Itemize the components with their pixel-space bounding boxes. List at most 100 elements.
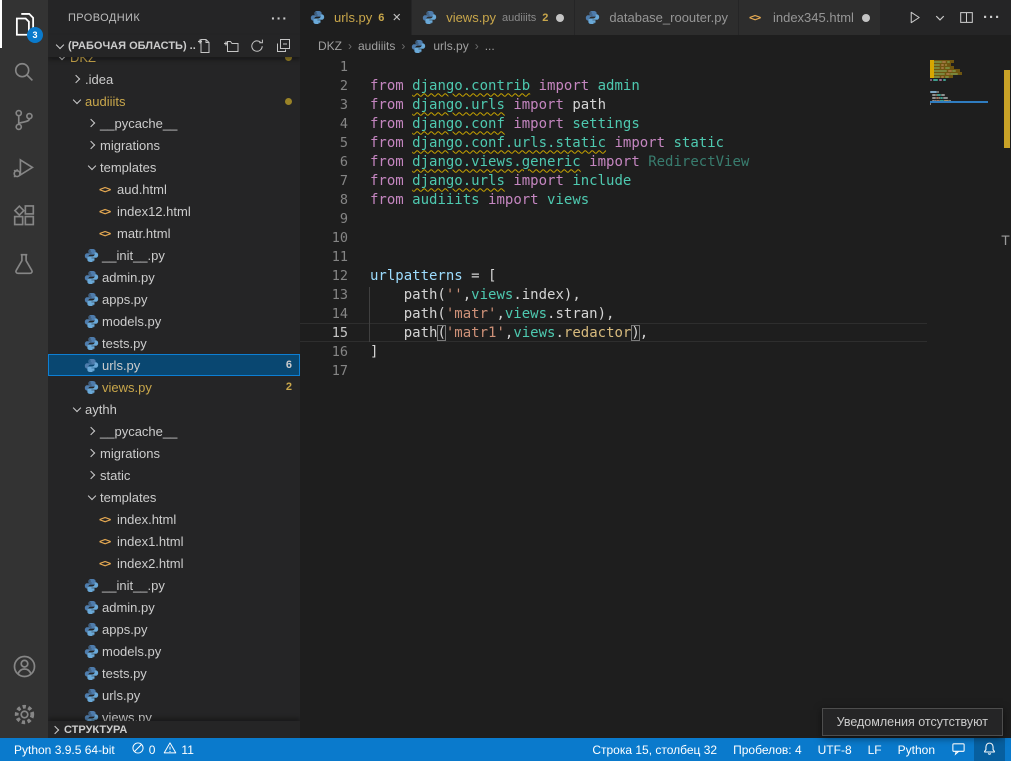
tree-item-audiiits[interactable]: audiiits bbox=[48, 90, 300, 112]
error-count: 0 bbox=[149, 743, 156, 757]
tree-item-aud.html[interactable]: <>aud.html bbox=[48, 178, 300, 200]
tab-urls.py[interactable]: urls.py6× bbox=[300, 0, 411, 35]
minimap[interactable] bbox=[930, 57, 1000, 738]
activity-item-search[interactable] bbox=[0, 48, 48, 96]
notification-toast[interactable]: Уведомления отсутствуют bbox=[822, 708, 1003, 736]
activity-item-account[interactable] bbox=[0, 642, 48, 690]
split-editor-button[interactable] bbox=[955, 7, 977, 29]
line-number: 13 bbox=[300, 287, 348, 303]
tree-item-views.py[interactable]: views.py2 bbox=[48, 376, 300, 398]
tree-item-static[interactable]: static bbox=[48, 464, 300, 486]
new-file-button[interactable] bbox=[196, 37, 214, 55]
run-button[interactable] bbox=[903, 7, 925, 29]
sidebar-more-actions-icon[interactable]: ··· bbox=[271, 10, 288, 26]
tree-item-admin.py[interactable]: admin.py bbox=[48, 596, 300, 618]
tree-item-apps.py[interactable]: apps.py bbox=[48, 618, 300, 640]
tree-item-models.py[interactable]: models.py bbox=[48, 310, 300, 332]
tree-item-__init__.py[interactable]: __init__.py bbox=[48, 244, 300, 266]
tab-bar: urls.py6×views.pyaudiiits2database_roout… bbox=[300, 0, 1011, 35]
tree-item-tests.py[interactable]: tests.py bbox=[48, 662, 300, 684]
tree-item-tests.py[interactable]: tests.py bbox=[48, 332, 300, 354]
tree-item-__pycache__[interactable]: __pycache__ bbox=[48, 420, 300, 442]
tree-item-label: migrations bbox=[100, 138, 160, 153]
outline-section-header[interactable]: СТРУКТУРА bbox=[48, 721, 300, 738]
activity-item-source-control[interactable] bbox=[0, 96, 48, 144]
activity-item-run-debug[interactable] bbox=[0, 144, 48, 192]
new-folder-button[interactable] bbox=[222, 37, 240, 55]
breadcrumb-item-DKZ[interactable]: DKZ bbox=[318, 39, 342, 53]
tree-item-DKZ[interactable]: DKZ bbox=[48, 57, 300, 68]
status-language-mode[interactable]: Python bbox=[890, 738, 943, 761]
overview-ruler[interactable]: T bbox=[1000, 57, 1011, 738]
dirty-indicator-icon[interactable] bbox=[862, 14, 870, 22]
status-cursor-position[interactable]: Строка 15, столбец 32 bbox=[584, 738, 725, 761]
tree-item-apps.py[interactable]: apps.py bbox=[48, 288, 300, 310]
status-problems[interactable]: 011 bbox=[123, 738, 202, 761]
status-text: Python 3.9.5 64-bit bbox=[14, 743, 115, 757]
tab-views.py[interactable]: views.pyaudiiits2 bbox=[412, 0, 574, 35]
tree-item-index.html[interactable]: <>index.html bbox=[48, 508, 300, 530]
tree-item-index12.html[interactable]: <>index12.html bbox=[48, 200, 300, 222]
activity-item-settings[interactable] bbox=[0, 690, 48, 738]
tree-item-migrations[interactable]: migrations bbox=[48, 442, 300, 464]
code-text: path('',views.index), bbox=[348, 287, 581, 303]
sidebar-header: ПРОВОДНИК ··· bbox=[48, 0, 300, 35]
tree-item-matr.html[interactable]: <>matr.html bbox=[48, 222, 300, 244]
code-text: ] bbox=[348, 344, 378, 360]
code-line-15[interactable]: 15 path('matr1',views.redactor), bbox=[300, 323, 927, 342]
breadcrumb-item-...[interactable]: ... bbox=[485, 39, 495, 53]
tab-index345.html[interactable]: <>index345.html bbox=[739, 0, 880, 35]
code-pane: 12from django.contrib import admin3from … bbox=[300, 57, 927, 738]
tree-item-templates[interactable]: templates bbox=[48, 156, 300, 178]
status-encoding[interactable]: UTF-8 bbox=[810, 738, 860, 761]
code-line-14: 14 path('matr',views.stran), bbox=[300, 304, 927, 323]
code-editor[interactable]: 12from django.contrib import admin3from … bbox=[300, 57, 1011, 738]
tree-item-views.py[interactable]: views.py bbox=[48, 706, 300, 721]
python-file-icon bbox=[84, 599, 102, 615]
status-indentation[interactable]: Пробелов: 4 bbox=[725, 738, 810, 761]
tree-item-aythh[interactable]: aythh bbox=[48, 398, 300, 420]
status-notifications-bell[interactable] bbox=[974, 738, 1005, 761]
status-feedback[interactable] bbox=[943, 738, 974, 761]
tree-item-admin.py[interactable]: admin.py bbox=[48, 266, 300, 288]
activity-item-explorer[interactable]: 3 bbox=[0, 0, 48, 48]
tree-item-migrations[interactable]: migrations bbox=[48, 134, 300, 156]
run-dropdown[interactable] bbox=[929, 7, 951, 29]
refresh-button[interactable] bbox=[248, 37, 266, 55]
tree-item-label: index2.html bbox=[117, 556, 183, 571]
tree-item-__init__.py[interactable]: __init__.py bbox=[48, 574, 300, 596]
line-number: 9 bbox=[300, 211, 348, 227]
workspace-section-header[interactable]: (РАБОЧАЯ ОБЛАСТЬ) ... bbox=[48, 35, 300, 57]
activity-item-extensions[interactable] bbox=[0, 192, 48, 240]
section-actions bbox=[196, 37, 292, 55]
chevron-down-icon bbox=[69, 401, 85, 417]
status-text: Пробелов: 4 bbox=[733, 743, 802, 757]
tree-item-index1.html[interactable]: <>index1.html bbox=[48, 530, 300, 552]
breadcrumb-item-audiiits[interactable]: audiiits bbox=[358, 39, 395, 53]
line-number: 8 bbox=[300, 192, 348, 208]
tree-item-urls.py[interactable]: urls.py6 bbox=[48, 354, 300, 376]
status-eol-sequence[interactable]: LF bbox=[860, 738, 890, 761]
activity-item-testing[interactable] bbox=[0, 240, 48, 288]
status-python-interpreter[interactable]: Python 3.9.5 64-bit bbox=[6, 738, 123, 761]
chevron-right-icon bbox=[69, 71, 85, 87]
dirty-indicator-icon[interactable] bbox=[556, 14, 564, 22]
section-chevron-icon bbox=[52, 38, 68, 54]
tree-item-models.py[interactable]: models.py bbox=[48, 640, 300, 662]
tab-problems-badge: 6 bbox=[378, 12, 384, 24]
tab-database_roouter.py[interactable]: database_roouter.py bbox=[575, 0, 738, 35]
close-icon[interactable]: × bbox=[392, 10, 401, 25]
tree-item-.idea[interactable]: .idea bbox=[48, 68, 300, 90]
tree-item-index2.html[interactable]: <>index2.html bbox=[48, 552, 300, 574]
tree-item-templates[interactable]: templates bbox=[48, 486, 300, 508]
chevron-down-icon bbox=[69, 93, 85, 109]
tree-item-urls.py[interactable]: urls.py bbox=[48, 684, 300, 706]
html-file-icon: <> bbox=[99, 533, 117, 549]
overview-warning-marker bbox=[1004, 70, 1010, 148]
tree-item-__pycache__[interactable]: __pycache__ bbox=[48, 112, 300, 134]
breadcrumb-label: urls.py bbox=[433, 39, 468, 53]
code-text: from django.contrib import admin bbox=[348, 78, 640, 94]
breadcrumb-item-urls.py[interactable]: urls.py bbox=[411, 38, 468, 54]
more-actions-button[interactable]: ··· bbox=[981, 7, 1003, 29]
collapse-all-button[interactable] bbox=[274, 37, 292, 55]
